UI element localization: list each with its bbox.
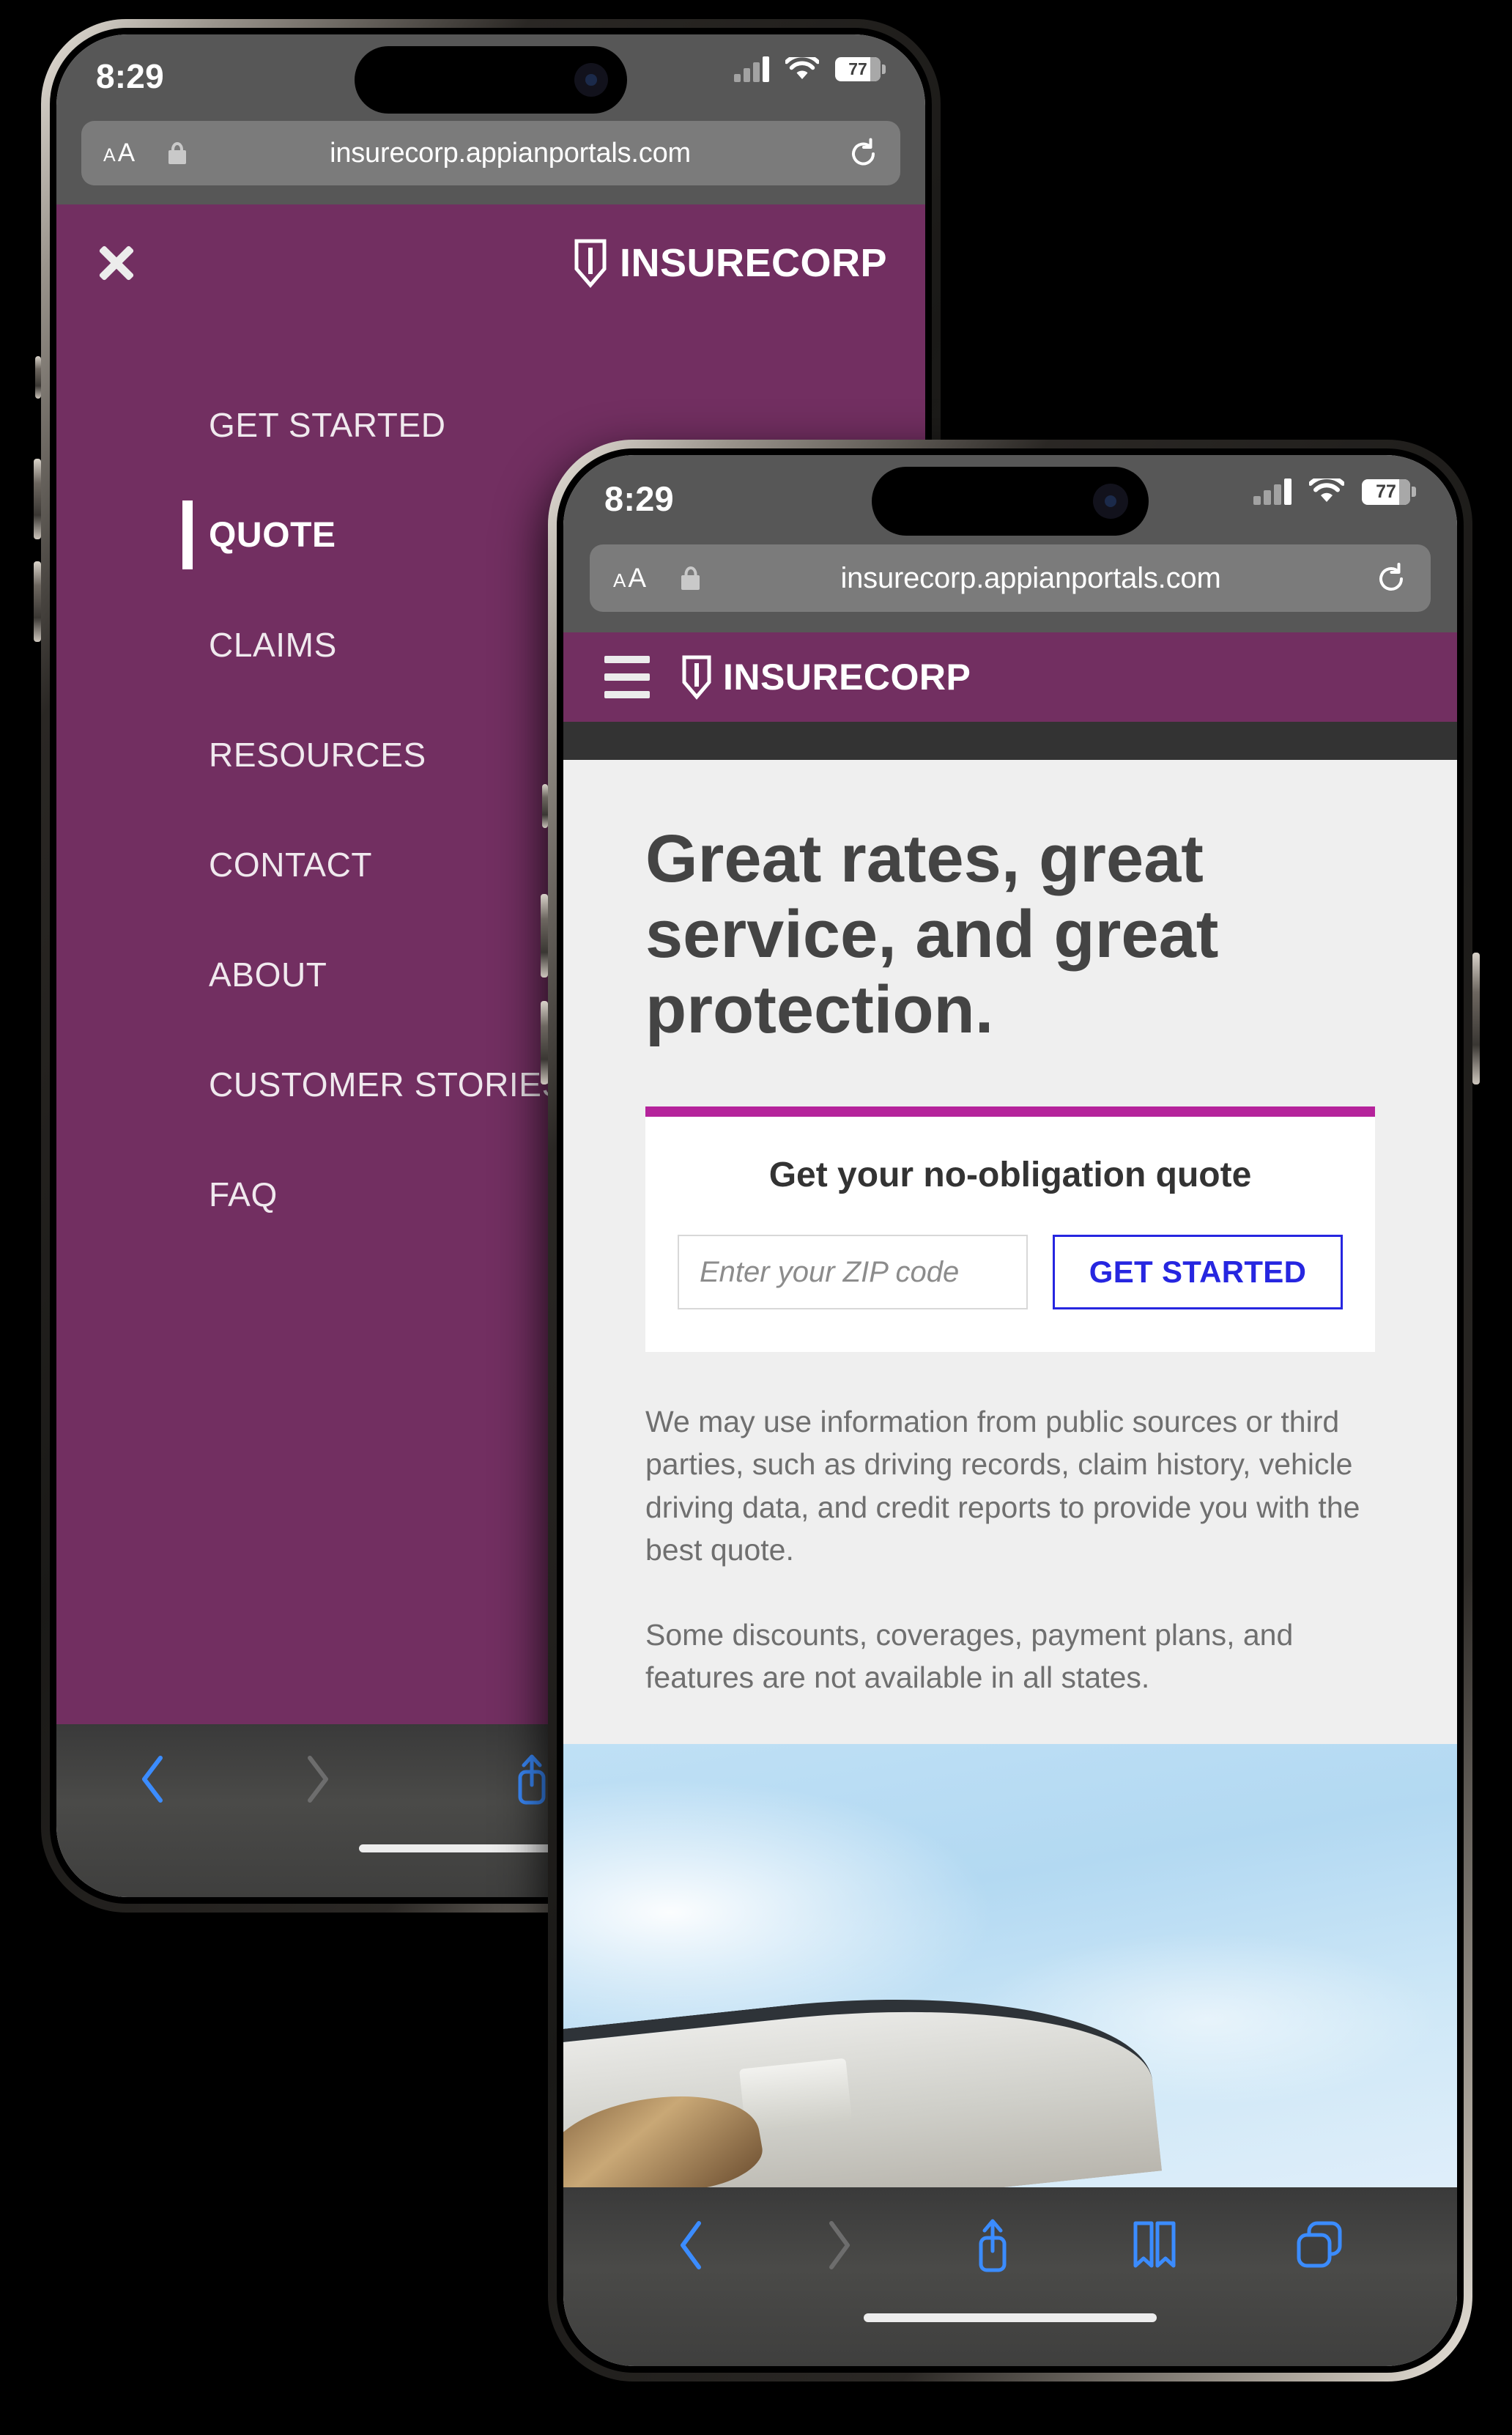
url-text[interactable]: insurecorp.appianportals.com [171, 138, 849, 169]
text-size-button[interactable]: AA [613, 563, 646, 594]
nav-label: CONTACT [209, 846, 373, 884]
volume-up-button[interactable] [541, 894, 548, 978]
book-icon[interactable] [1130, 2219, 1179, 2272]
car-mirror-shape [738, 2058, 853, 2131]
battery-level-label: 77 [848, 59, 867, 78]
front-camera-icon [574, 63, 608, 97]
foreground-phone-screen: 8:29 77 A A insurecorp.appianportals.com… [563, 455, 1457, 2366]
back-status-indicators: 77 [734, 56, 886, 82]
front-url-bar[interactable]: AA insurecorp.appianportals.com [590, 544, 1431, 612]
back-site-header: INSURECORP [56, 204, 925, 322]
front-status-indicators: 77 [1253, 478, 1416, 505]
quote-form-row: Enter your ZIP code GET STARTED [678, 1235, 1343, 1310]
back-status-bar: 8:29 77 [56, 34, 925, 121]
page-top-divider [563, 722, 1457, 760]
screenshot-stage: 8:29 77 A A insurecorp.appianportals.com… [0, 0, 1512, 2435]
dynamic-island [872, 467, 1149, 536]
back-url-bar-row: AA insurecorp.appianportals.com [56, 121, 925, 204]
quote-card-body: Get your no-obligation quote Enter your … [645, 1117, 1375, 1352]
back-url-bar[interactable]: AA insurecorp.appianportals.com [81, 121, 900, 185]
nav-label: ABOUT [209, 956, 327, 994]
wifi-icon [785, 56, 819, 79]
front-page-content: Great rates, great service, and great pr… [563, 760, 1457, 2187]
chevron-right-icon [308, 1756, 328, 1803]
dynamic-island [355, 46, 627, 114]
front-site-header: INSURECORP [563, 632, 1457, 722]
volume-down-button[interactable] [34, 561, 41, 642]
disclaimer-paragraph-1: We may use information from public sourc… [645, 1405, 1360, 1567]
zip-placeholder: Enter your ZIP code [700, 1255, 960, 1288]
mute-switch[interactable] [542, 784, 548, 828]
front-safari-toolbar [563, 2187, 1457, 2366]
power-button[interactable] [1472, 953, 1480, 1085]
get-started-button[interactable]: GET STARTED [1053, 1235, 1343, 1310]
nav-label: GET STARTED [209, 406, 446, 444]
home-indicator [864, 2313, 1157, 2322]
close-x-icon[interactable] [94, 241, 138, 285]
disclaimer-paragraph-2: Some discounts, coverages, payment plans… [645, 1617, 1294, 1695]
volume-down-button[interactable] [541, 1001, 548, 1085]
brand-name: INSURECORP [619, 241, 887, 285]
front-brand-logo[interactable]: INSURECORP [681, 654, 971, 700]
share-icon[interactable] [969, 2216, 1016, 2275]
cellular-bars-icon [1253, 478, 1292, 505]
lock-icon [168, 142, 187, 164]
battery-icon: 77 [1362, 478, 1416, 505]
foreground-phone-device: 8:29 77 A A insurecorp.appianportals.com… [541, 440, 1480, 2382]
back-brand-logo[interactable]: INSURECORP [573, 238, 887, 288]
zip-code-input[interactable]: Enter your ZIP code [678, 1235, 1028, 1310]
lock-icon [681, 566, 700, 590]
wifi-icon [1309, 478, 1344, 502]
volume-up-button[interactable] [34, 459, 41, 539]
front-url-bar-row: AA insurecorp.appianportals.com [563, 544, 1457, 632]
status-time: 8:29 [604, 479, 674, 518]
quote-card-title: Get your no-obligation quote [768, 1156, 1252, 1195]
cellular-bars-icon [734, 56, 769, 82]
battery-icon: 77 [835, 57, 886, 81]
chevron-right-icon [829, 2221, 850, 2269]
active-indicator-bar [182, 500, 193, 569]
back-safari-top-chrome: 8:29 77 A A insurecorp.appianportals.com [56, 34, 925, 204]
quote-card: Get your no-obligation quote Enter your … [645, 1106, 1375, 1353]
front-status-bar: 8:29 77 [563, 455, 1457, 544]
hamburger-menu-icon[interactable] [604, 656, 650, 698]
hero-image [563, 1744, 1457, 2187]
foreground-phone-bezel: 8:29 77 A A insurecorp.appianportals.com… [557, 448, 1464, 2373]
page-headline: Great rates, great service, and great pr… [645, 821, 1219, 1048]
mute-switch[interactable] [35, 356, 41, 399]
chevron-left-icon[interactable] [675, 2219, 708, 2272]
nav-label: FAQ [209, 1175, 278, 1213]
nav-label: CUSTOMER STORIES [209, 1065, 565, 1104]
front-toolbar-buttons [563, 2187, 1457, 2303]
front-camera-icon [1093, 484, 1128, 519]
tabs-icon[interactable] [1293, 2219, 1346, 2272]
shield-icon [574, 239, 607, 288]
battery-level-label: 77 [1376, 481, 1396, 502]
text-size-button[interactable]: AA [103, 138, 135, 168]
nav-label: CLAIMS [209, 626, 337, 664]
card-accent-rule [645, 1106, 1375, 1117]
reload-icon[interactable] [849, 138, 878, 169]
reload-icon[interactable] [1376, 562, 1407, 594]
shield-icon [682, 655, 711, 700]
url-text[interactable]: insurecorp.appianportals.com [685, 562, 1376, 595]
front-safari-top-chrome: 8:29 77 A A insurecorp.appianportals.com [563, 455, 1457, 632]
nav-label: RESOURCES [209, 736, 426, 774]
brand-name: INSURECORP [723, 657, 971, 698]
status-time: 8:29 [96, 57, 164, 95]
chevron-left-icon[interactable] [137, 1754, 169, 1805]
nav-label: QUOTE [209, 515, 336, 555]
